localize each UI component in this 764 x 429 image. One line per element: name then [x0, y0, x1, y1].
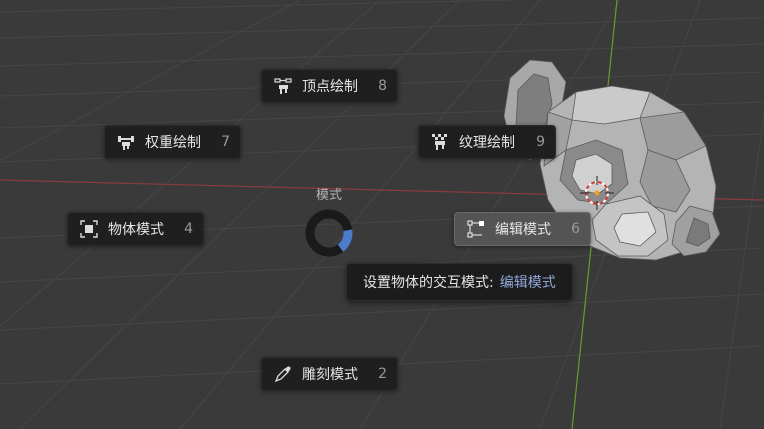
pie-item-weight-paint[interactable]: 权重绘制 7: [104, 125, 241, 159]
pie-item-shortcut: 8: [378, 78, 387, 94]
texture-paint-icon: [429, 131, 451, 153]
pie-item-object-mode[interactable]: 物体模式 4: [67, 212, 204, 246]
pie-item-shortcut: 6: [571, 221, 580, 237]
pie-direction-ring: [305, 209, 353, 257]
pie-item-shortcut: 7: [221, 134, 230, 150]
pie-item-shortcut: 2: [378, 366, 387, 382]
pie-item-label: 物体模式: [108, 222, 164, 238]
edit-mode-icon: [465, 218, 487, 240]
pie-item-texture-paint[interactable]: 纹理绘制 9: [418, 125, 556, 159]
pie-item-sculpt-mode[interactable]: 雕刻模式 2: [261, 357, 398, 391]
pie-item-shortcut: 9: [536, 134, 545, 150]
pie-item-label: 权重绘制: [145, 135, 201, 151]
object-mode-icon: [78, 218, 100, 240]
3d-viewport[interactable]: 模式 顶点绘制 8 权重绘制 7 纹理绘制 9 物体模式 4 编辑模式 6 雕刻…: [0, 0, 764, 429]
sculpt-mode-icon: [272, 363, 294, 385]
pie-menu-title: 模式: [315, 188, 342, 203]
tooltip-value: 编辑模式: [499, 275, 556, 291]
pie-item-label: 雕刻模式: [302, 367, 358, 383]
tooltip-description: 设置物体的交互模式:: [363, 275, 494, 291]
pie-item-label: 纹理绘制: [459, 135, 515, 151]
weight-paint-icon: [115, 131, 137, 153]
pie-item-shortcut: 4: [184, 221, 193, 237]
mode-tooltip: 设置物体的交互模式: 编辑模式: [346, 263, 573, 301]
pie-item-label: 顶点绘制: [302, 79, 358, 95]
pie-item-vertex-paint[interactable]: 顶点绘制 8: [261, 69, 398, 103]
pie-item-label: 编辑模式: [495, 222, 551, 238]
pie-item-edit-mode[interactable]: 编辑模式 6: [454, 212, 591, 246]
vertex-paint-icon: [272, 75, 294, 97]
